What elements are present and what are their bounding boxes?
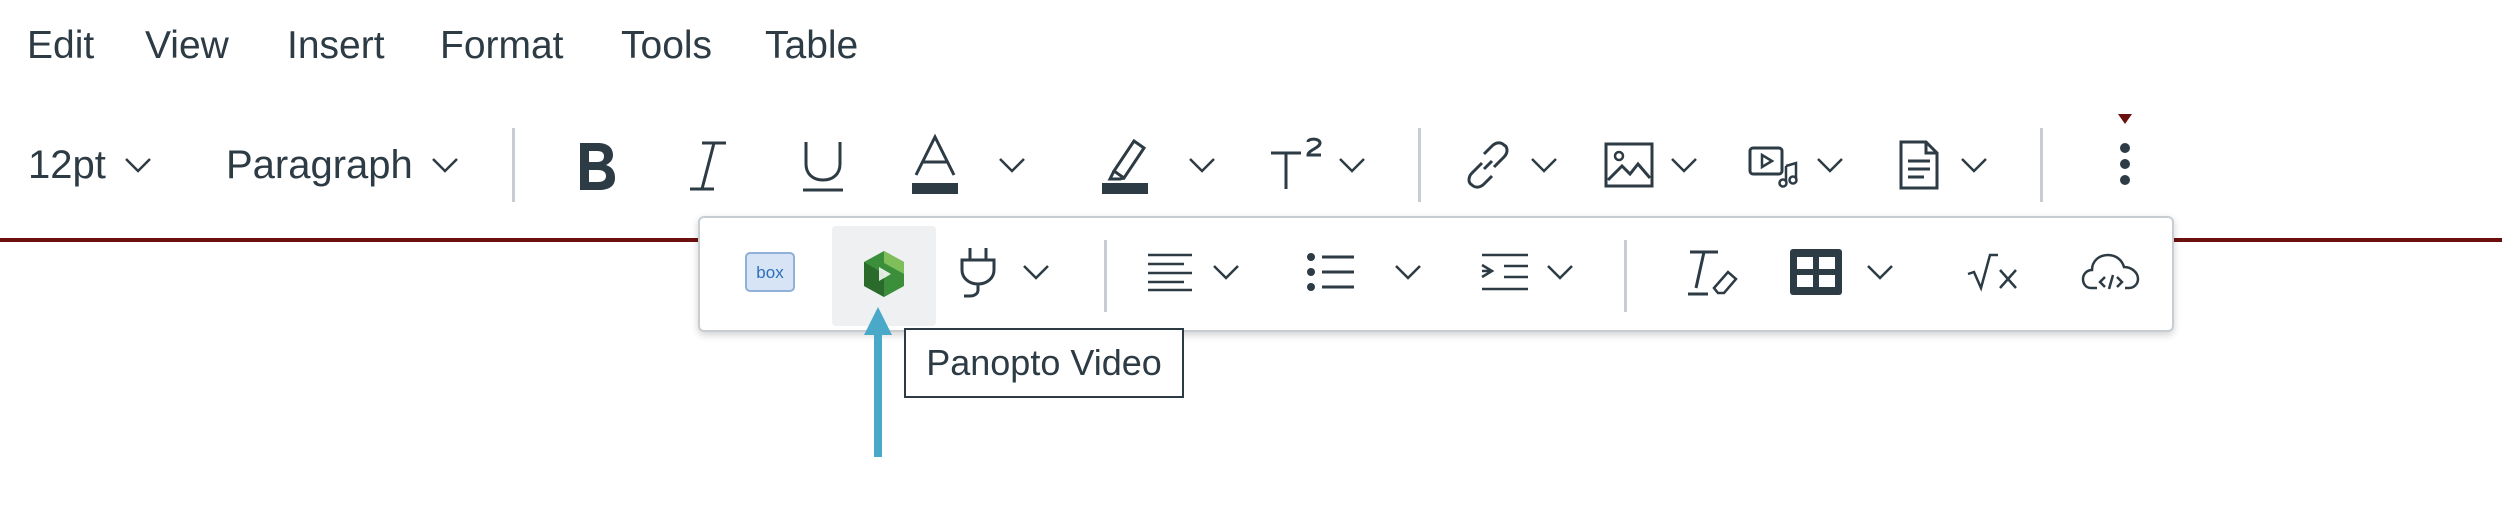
document-button[interactable] (1898, 135, 1988, 195)
more-button[interactable] (2100, 110, 2150, 210)
image-icon (1604, 142, 1654, 188)
math-equation-button[interactable] (1962, 242, 2026, 306)
block-format-dropdown[interactable]: Paragraph (226, 135, 459, 195)
font-size-value: 12pt (28, 143, 106, 187)
menu-view[interactable]: View (145, 22, 229, 70)
chevron-down-icon[interactable] (1670, 156, 1698, 174)
underline-icon (800, 138, 846, 194)
align-left-icon (1146, 252, 1194, 297)
chevron-down-icon[interactable] (1212, 263, 1240, 286)
toolbar-separator (1624, 240, 1627, 312)
math-equation-icon (1966, 252, 2022, 297)
panopto-icon (858, 248, 910, 305)
font-size-dropdown[interactable]: 12pt (28, 135, 152, 195)
more-vertical-icon (2113, 112, 2137, 208)
chevron-down-icon[interactable] (1960, 156, 1988, 174)
chevron-down-icon (124, 156, 152, 174)
image-button[interactable] (1604, 135, 1698, 195)
menu-tools[interactable]: Tools (621, 22, 712, 70)
chevron-down-icon[interactable] (1816, 156, 1844, 174)
toolbar-separator (2040, 128, 2043, 202)
cloud-embed-icon (2081, 250, 2141, 299)
toolbar-separator (512, 128, 515, 202)
italic-button[interactable] (680, 135, 736, 197)
chevron-down-icon[interactable] (1546, 263, 1574, 286)
table-icon (1790, 248, 1842, 300)
clear-formatting-icon (1686, 248, 1738, 301)
embed-button[interactable] (2076, 242, 2146, 306)
bold-button[interactable] (565, 135, 627, 197)
chevron-down-icon[interactable] (1394, 263, 1422, 286)
text-color-icon (910, 133, 960, 197)
media-button[interactable] (1748, 135, 1844, 195)
menu-table[interactable]: Table (765, 22, 858, 70)
svg-text:box: box (756, 263, 784, 282)
chevron-down-icon[interactable] (1338, 156, 1366, 174)
block-format-value: Paragraph (226, 143, 413, 187)
clear-formatting-button[interactable] (1682, 242, 1742, 306)
bullet-list-icon (1306, 252, 1356, 297)
link-icon (1462, 139, 1514, 191)
chevron-down-icon[interactable] (1530, 156, 1558, 174)
indent-button[interactable] (1480, 242, 1574, 306)
table-button[interactable] (1790, 242, 1894, 306)
toolbar-separator (1418, 128, 1421, 202)
align-button[interactable] (1146, 242, 1240, 306)
list-button[interactable] (1306, 242, 1422, 306)
highlight-color-button[interactable] (1100, 132, 1216, 198)
chevron-down-icon[interactable] (1022, 263, 1050, 286)
link-button[interactable] (1462, 135, 1558, 195)
media-icon (1748, 142, 1800, 188)
plug-icon (956, 244, 1002, 305)
bold-icon (572, 139, 620, 193)
box-button[interactable]: box (740, 242, 800, 306)
toolbar-separator (1104, 240, 1107, 312)
chevron-down-icon (431, 156, 459, 174)
box-icon: box (745, 251, 795, 297)
menu-edit[interactable]: Edit (27, 22, 94, 70)
chevron-down-icon[interactable] (1188, 156, 1216, 174)
menu-insert[interactable]: Insert (287, 22, 385, 70)
document-icon (1898, 139, 1940, 191)
italic-icon (686, 139, 730, 193)
menu-format[interactable]: Format (440, 22, 564, 70)
editor-toolbar: 12pt Paragraph (0, 110, 2502, 220)
chevron-down-icon[interactable] (998, 156, 1026, 174)
superscript-button[interactable] (1268, 132, 1366, 198)
apps-button[interactable] (956, 242, 1050, 306)
text-color-button[interactable] (910, 132, 1026, 198)
menubar: Edit View Insert Format Tools Table (0, 0, 2502, 100)
annotation-arrow-icon (860, 305, 896, 466)
underline-button[interactable] (795, 135, 851, 197)
overflow-toolbar: box (698, 216, 2174, 332)
superscript-icon (1268, 137, 1324, 193)
highlight-color-icon (1100, 133, 1150, 197)
chevron-down-icon[interactable] (1866, 263, 1894, 286)
indent-icon (1480, 252, 1530, 297)
panopto-tooltip: Panopto Video (904, 328, 1184, 398)
